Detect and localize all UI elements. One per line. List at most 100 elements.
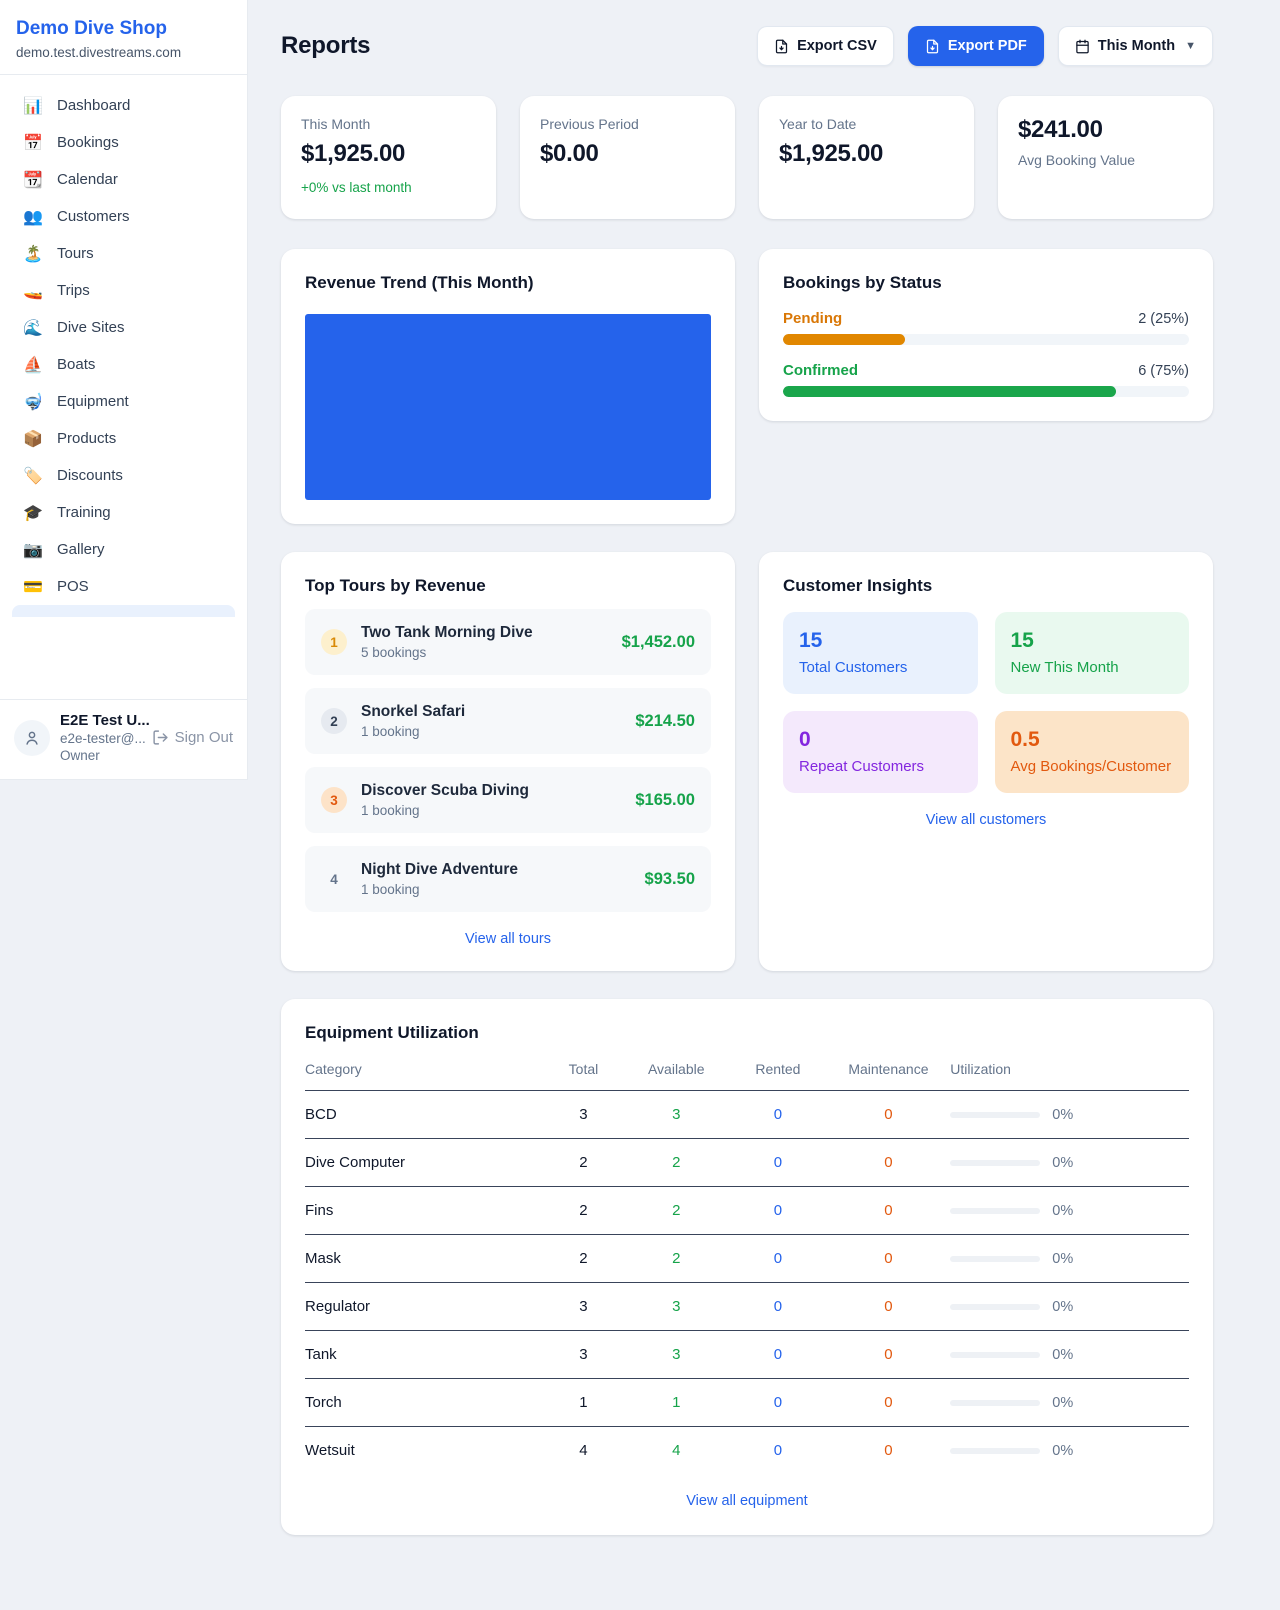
file-icon (925, 39, 940, 54)
package-icon: 📦 (22, 431, 44, 447)
table-row: Fins 2 2 0 0 0% (305, 1187, 1189, 1235)
cell-rented: 0 (729, 1283, 826, 1331)
sidebar-item-label: Gallery (57, 541, 105, 558)
tour-name: Snorkel Safari (361, 703, 465, 721)
utilization-label: 0% (1052, 1203, 1073, 1219)
stat-card-previous-period: Previous Period $0.00 (520, 96, 735, 219)
stat-value: $241.00 (1018, 116, 1193, 144)
graduation-cap-icon: 🎓 (22, 505, 44, 521)
brand: Demo Dive Shop demo.test.divestreams.com (0, 0, 247, 75)
tour-row[interactable]: 4 Night Dive Adventure 1 booking $93.50 (305, 846, 711, 912)
period-dropdown[interactable]: This Month ▼ (1058, 26, 1213, 66)
sidebar-item-label: Products (57, 430, 116, 447)
person-icon (23, 729, 41, 747)
table-row: Tank 3 3 0 0 0% (305, 1331, 1189, 1379)
logout-icon (152, 729, 169, 746)
sidebar-item-products[interactable]: 📦 Products (12, 420, 235, 457)
cell-category: Tank (305, 1331, 544, 1379)
tour-revenue: $1,452.00 (622, 633, 695, 652)
sidebar-item-label: Dashboard (57, 97, 130, 114)
tear-off-calendar-icon: 📆 (22, 172, 44, 188)
export-csv-label: Export CSV (797, 38, 877, 54)
tour-row[interactable]: 2 Snorkel Safari 1 booking $214.50 (305, 688, 711, 754)
column-header: Utilization (950, 1061, 1189, 1091)
status-row-confirmed: Confirmed 6 (75%) (783, 362, 1189, 397)
insight-label: Repeat Customers (799, 758, 962, 775)
cell-available: 2 (623, 1235, 729, 1283)
speedboat-icon: 🚤 (22, 283, 44, 299)
insight-value: 15 (799, 629, 962, 653)
cell-total: 3 (544, 1283, 624, 1331)
sidebar-item-equipment[interactable]: 🤿 Equipment (12, 383, 235, 420)
sign-out-button[interactable]: Sign Out (152, 729, 233, 746)
sidebar-item-label: Calendar (57, 171, 118, 188)
cell-maintenance: 0 (827, 1283, 951, 1331)
sidebar-item-customers[interactable]: 👥 Customers (12, 198, 235, 235)
cell-maintenance: 0 (827, 1379, 951, 1427)
sidebar-item-dashboard[interactable]: 📊 Dashboard (12, 87, 235, 124)
revenue-trend-chart (305, 314, 711, 500)
stat-label: Previous Period (540, 116, 715, 132)
insight-tile-avg-bookings: 0.5 Avg Bookings/Customer (995, 711, 1190, 793)
sidebar-item-bookings[interactable]: 📅 Bookings (12, 124, 235, 161)
cell-category: Wetsuit (305, 1427, 544, 1475)
tour-row[interactable]: 3 Discover Scuba Diving 1 booking $165.0… (305, 767, 711, 833)
sidebar-item-training[interactable]: 🎓 Training (12, 494, 235, 531)
progress-track (783, 334, 1189, 345)
header-actions: Export CSV Export PDF This Month ▼ (757, 26, 1213, 66)
utilization-label: 0% (1052, 1251, 1073, 1267)
row-revenue-status: Revenue Trend (This Month) Bookings by S… (281, 249, 1213, 524)
utilization-cell: 0% (950, 1155, 1189, 1171)
sidebar-item-label: Equipment (57, 393, 129, 410)
sidebar-item-reports-active-partial[interactable] (12, 605, 235, 617)
sidebar-item-calendar[interactable]: 📆 Calendar (12, 161, 235, 198)
sidebar-item-gallery[interactable]: 📷 Gallery (12, 531, 235, 568)
cell-total: 3 (544, 1331, 624, 1379)
utilization-cell: 0% (950, 1203, 1189, 1219)
sidebar-item-label: Training (57, 504, 111, 521)
sidebar-item-dive-sites[interactable]: 🌊 Dive Sites (12, 309, 235, 346)
sidebar-nav: 📊 Dashboard 📅 Bookings 📆 Calendar 👥 Cust… (0, 75, 247, 699)
view-all-equipment-link[interactable]: View all equipment (305, 1493, 1189, 1509)
cell-rented: 0 (729, 1091, 826, 1139)
sidebar-item-trips[interactable]: 🚤 Trips (12, 272, 235, 309)
export-csv-button[interactable]: Export CSV (757, 26, 894, 66)
island-icon: 🏝️ (22, 246, 44, 262)
rank-badge: 4 (321, 866, 347, 892)
tour-row[interactable]: 1 Two Tank Morning Dive 5 bookings $1,45… (305, 609, 711, 675)
cell-category: Fins (305, 1187, 544, 1235)
page-header: Reports Export CSV Export PDF This Month… (281, 26, 1213, 66)
brand-domain: demo.test.divestreams.com (16, 45, 231, 60)
stat-value: $1,925.00 (301, 140, 476, 168)
utilization-label: 0% (1052, 1155, 1073, 1171)
tag-icon: 🏷️ (22, 468, 44, 484)
view-all-tours-link[interactable]: View all tours (305, 931, 711, 947)
user-info: E2E Test U... e2e-tester@... Owner (60, 712, 142, 763)
cell-available: 2 (623, 1139, 729, 1187)
view-all-customers-link[interactable]: View all customers (783, 812, 1189, 828)
sidebar-item-label: Bookings (57, 134, 119, 151)
equipment-table: Category Total Available Rented Maintena… (305, 1061, 1189, 1474)
utilization-label: 0% (1052, 1443, 1073, 1459)
cell-maintenance: 0 (827, 1235, 951, 1283)
export-pdf-label: Export PDF (948, 38, 1027, 54)
column-header: Total (544, 1061, 624, 1091)
sidebar-item-boats[interactable]: ⛵ Boats (12, 346, 235, 383)
utilization-cell: 0% (950, 1251, 1189, 1267)
calendar-icon (1075, 39, 1090, 54)
progress-fill-confirmed (783, 386, 1116, 397)
page-title: Reports (281, 32, 370, 60)
insight-tile-repeat-customers: 0 Repeat Customers (783, 711, 978, 793)
table-row: Torch 1 1 0 0 0% (305, 1379, 1189, 1427)
sidebar-item-discounts[interactable]: 🏷️ Discounts (12, 457, 235, 494)
sidebar-item-pos[interactable]: 💳 POS (12, 568, 235, 605)
calendar-icon: 📅 (22, 135, 44, 151)
period-label: This Month (1098, 38, 1175, 54)
stat-label: This Month (301, 116, 476, 132)
cell-rented: 0 (729, 1331, 826, 1379)
column-header: Category (305, 1061, 544, 1091)
sidebar-item-label: Customers (57, 208, 130, 225)
cell-available: 3 (623, 1331, 729, 1379)
sidebar-item-tours[interactable]: 🏝️ Tours (12, 235, 235, 272)
export-pdf-button[interactable]: Export PDF (908, 26, 1044, 66)
